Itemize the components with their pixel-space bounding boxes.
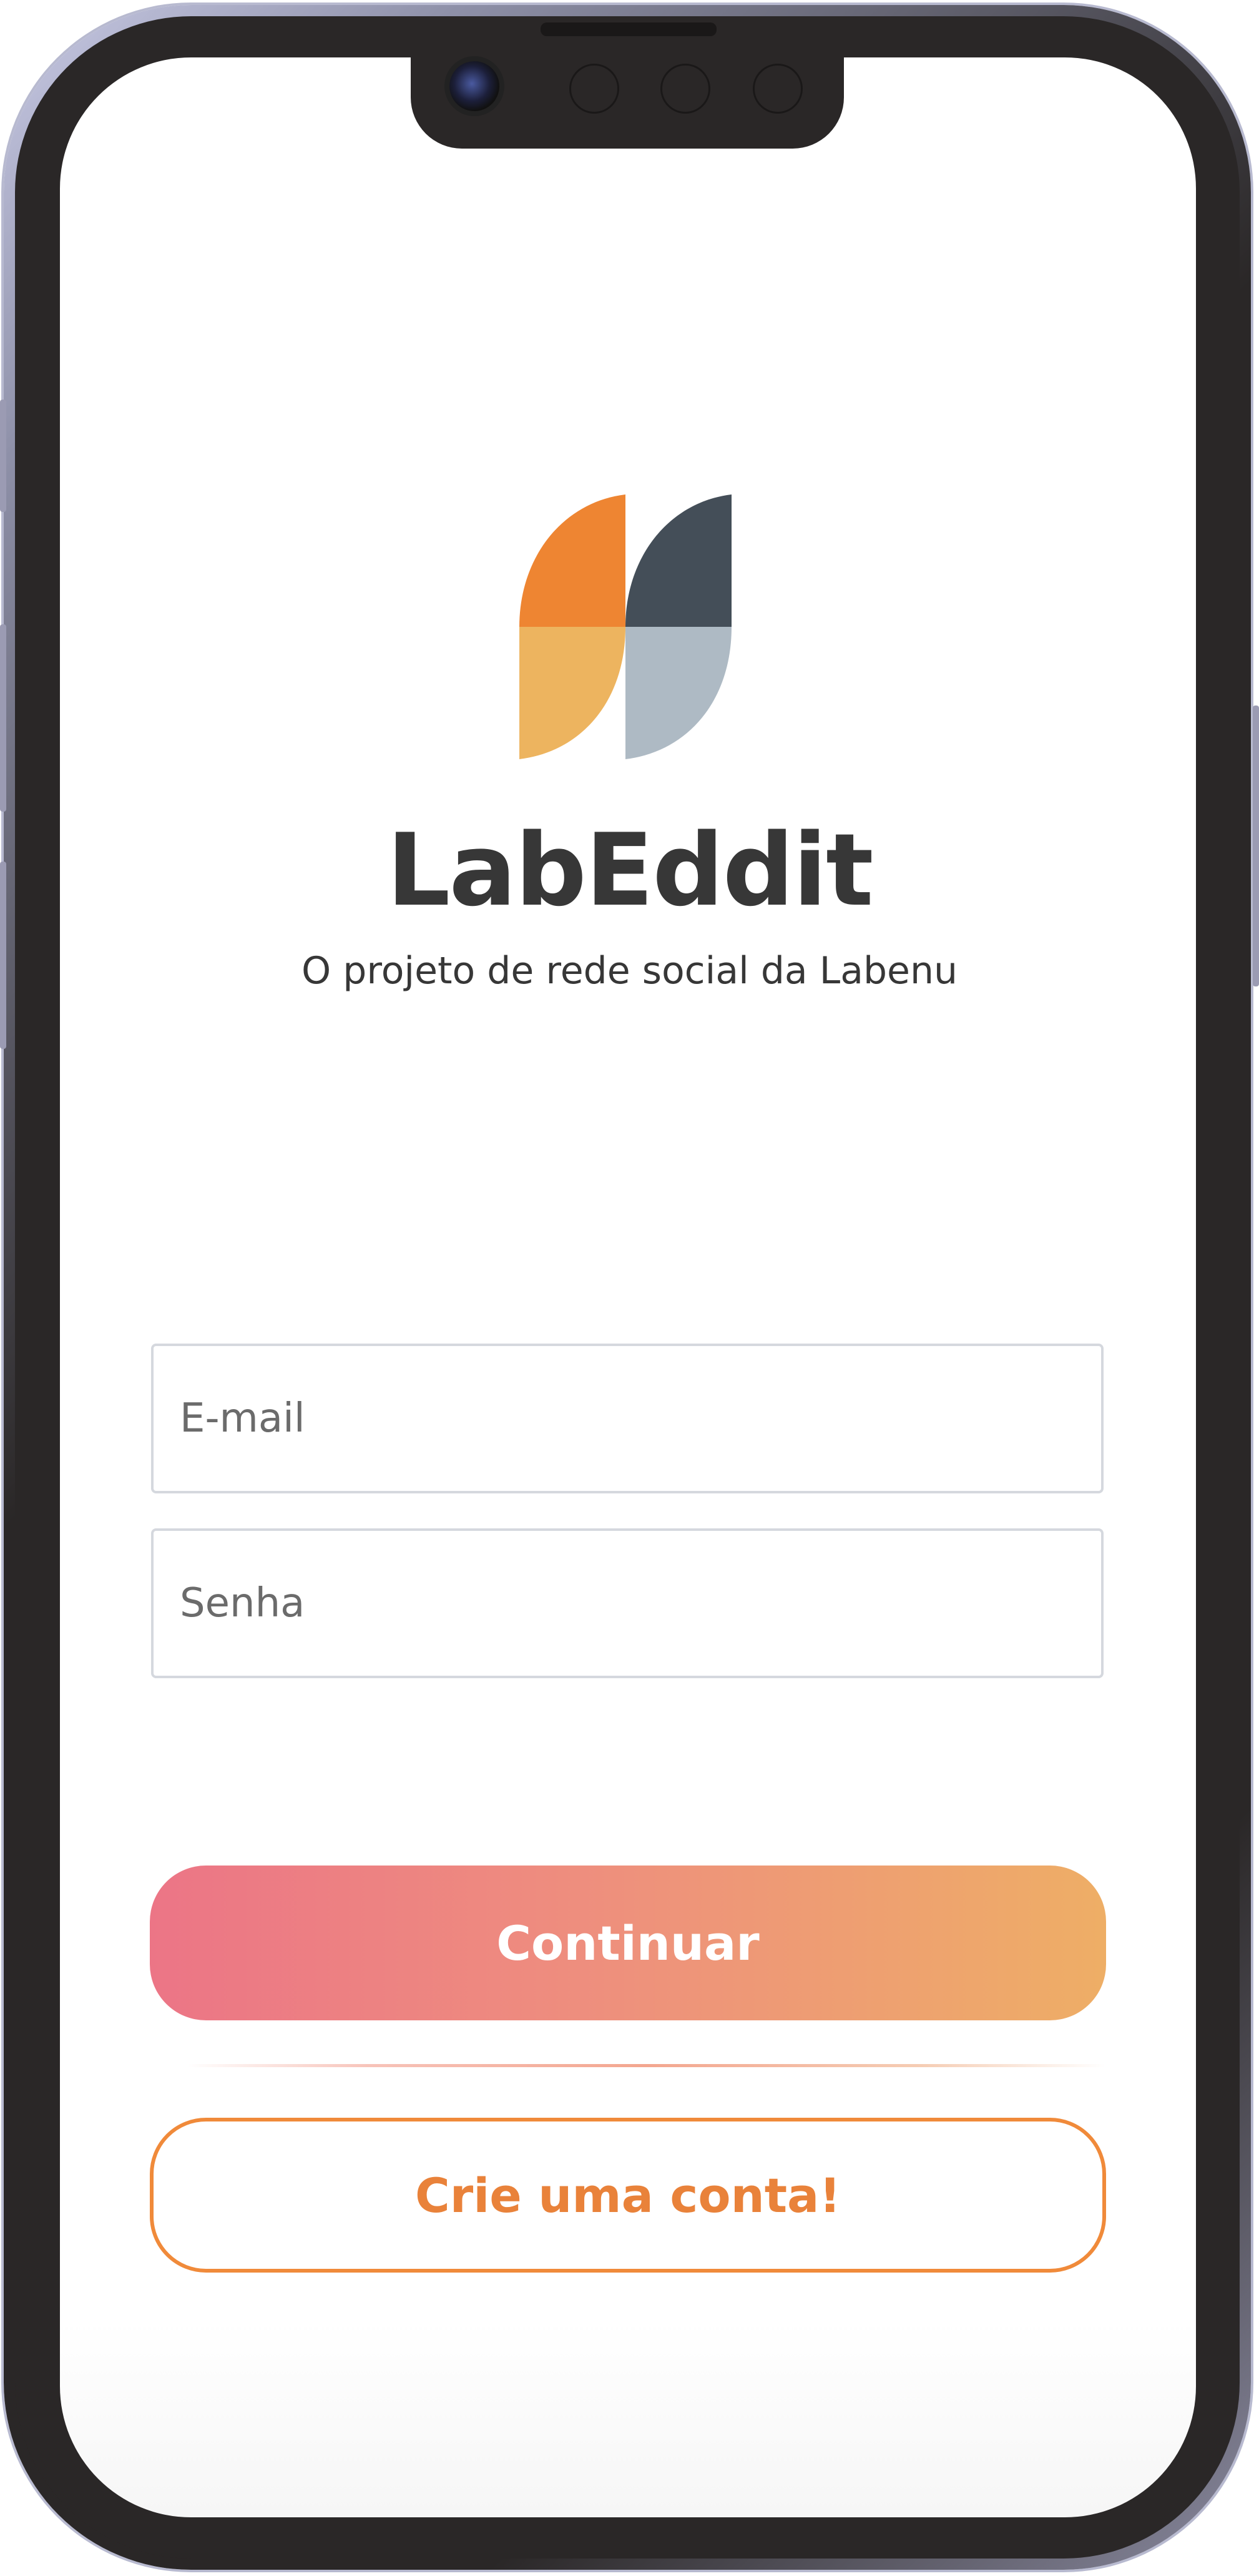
continue-button[interactable]: Continuar bbox=[150, 1866, 1106, 2020]
gradient-divider bbox=[187, 2064, 1105, 2067]
proximity-sensor-icon bbox=[660, 64, 710, 114]
app-title: LabEddit bbox=[386, 812, 873, 928]
face-id-sensor-icon bbox=[569, 64, 619, 114]
side-button-left-top bbox=[0, 400, 6, 512]
top-speaker-grille bbox=[541, 24, 717, 36]
app-tagline: O projeto de rede social da Labenu bbox=[301, 949, 958, 993]
ambient-light-sensor-icon bbox=[753, 64, 803, 114]
side-button-left-middle bbox=[0, 624, 6, 812]
logo-top-left-leaf bbox=[519, 494, 625, 627]
front-camera-icon bbox=[449, 61, 499, 111]
labeddit-logo-icon bbox=[519, 494, 732, 759]
logo-top-right-leaf bbox=[625, 494, 732, 627]
password-field[interactable] bbox=[151, 1528, 1104, 1678]
email-field[interactable] bbox=[151, 1344, 1104, 1493]
logo-bottom-left-leaf bbox=[519, 627, 625, 759]
logo-bottom-right-leaf bbox=[625, 627, 732, 759]
create-account-button[interactable]: Crie uma conta! bbox=[150, 2118, 1106, 2273]
